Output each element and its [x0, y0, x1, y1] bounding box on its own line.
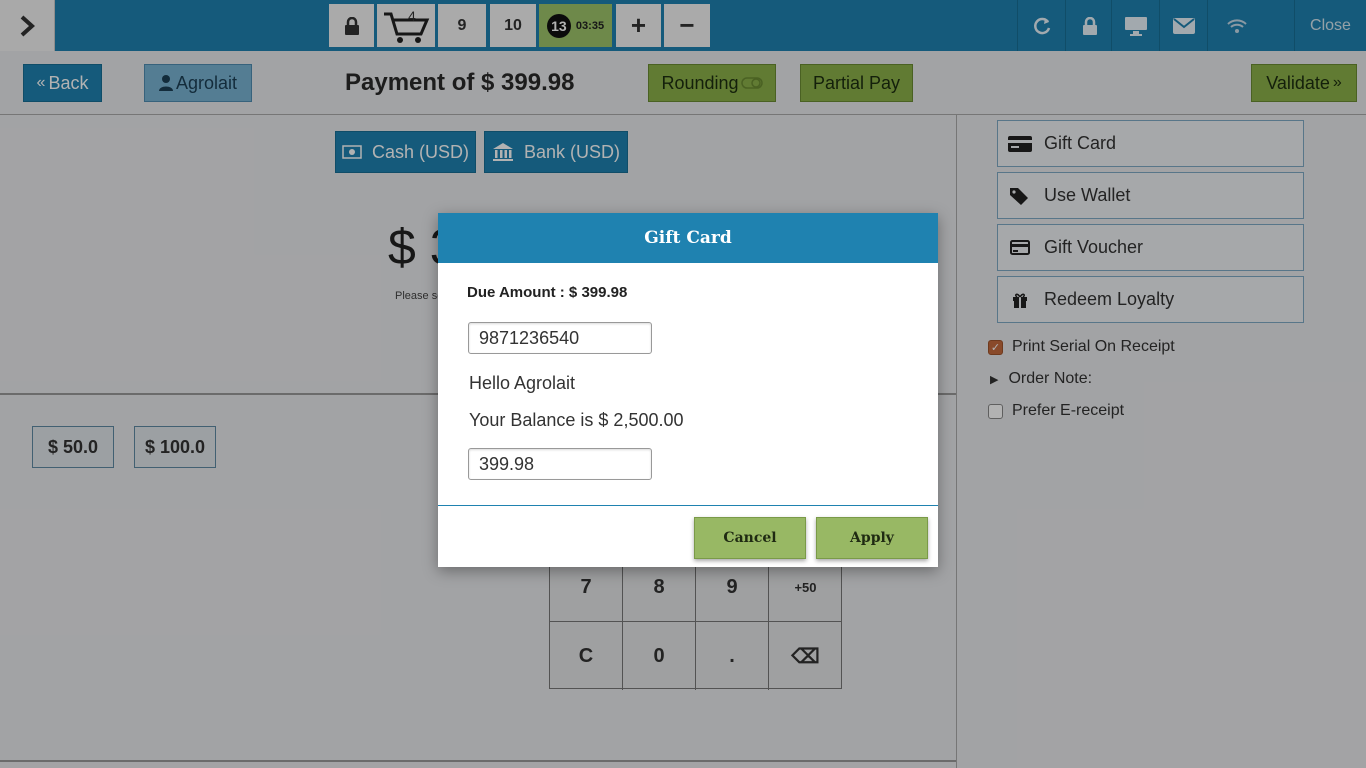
cancel-button[interactable]: Cancel	[694, 517, 806, 559]
apply-button[interactable]: Apply	[816, 517, 928, 559]
gift-card-number-input[interactable]	[468, 322, 652, 354]
due-amount-label: Due Amount : $ 399.98	[467, 284, 628, 301]
dialog-title: Gift Card	[438, 213, 938, 263]
redeem-amount-input[interactable]	[468, 448, 652, 480]
gift-card-dialog: Gift Card Due Amount : $ 399.98 Hello Ag…	[438, 213, 938, 567]
greeting-text: Hello Agrolait	[469, 373, 576, 393]
balance-text: Your Balance is $ 2,500.00	[469, 410, 684, 430]
dialog-footer-divider	[438, 505, 938, 506]
